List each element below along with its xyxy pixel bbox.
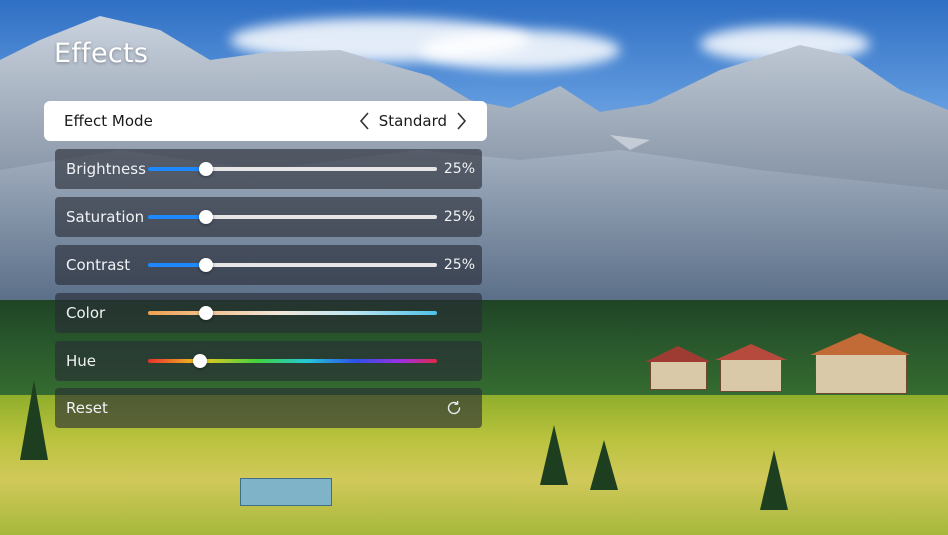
slider-label: Brightness <box>66 160 146 178</box>
effect-mode-selector[interactable]: Effect Mode Standard <box>44 101 487 141</box>
effect-mode-control: Standard <box>357 111 469 131</box>
slider-row-color[interactable]: Color <box>55 293 482 333</box>
tree <box>540 425 568 485</box>
slider-row-contrast[interactable]: Contrast 25% <box>55 245 482 285</box>
slider-row-brightness[interactable]: Brightness 25% <box>55 149 482 189</box>
roof <box>810 333 910 355</box>
slider-thumb[interactable] <box>198 210 213 224</box>
slider-value: 25% <box>443 257 475 273</box>
contrast-slider-track[interactable] <box>148 258 437 272</box>
color-slider-track[interactable] <box>148 306 437 320</box>
barn <box>240 478 332 506</box>
reset-label: Reset <box>66 399 108 417</box>
effect-mode-value: Standard <box>378 112 447 130</box>
saturation-slider-track[interactable] <box>148 210 437 224</box>
tree <box>590 440 618 490</box>
chevron-right-icon[interactable] <box>453 111 469 131</box>
chevron-left-icon[interactable] <box>357 111 373 131</box>
effect-mode-label: Effect Mode <box>64 112 153 130</box>
hue-slider-track[interactable] <box>148 354 437 368</box>
farmhouse <box>815 352 907 394</box>
brightness-slider-track[interactable] <box>148 162 437 176</box>
farmhouse <box>720 358 782 392</box>
tree <box>20 380 48 460</box>
refresh-icon <box>447 400 461 415</box>
slider-label: Hue <box>66 352 97 370</box>
slider-thumb[interactable] <box>193 354 208 368</box>
slider-value: 25% <box>443 209 475 225</box>
slider-label: Color <box>66 304 106 322</box>
slider-label: Contrast <box>66 256 131 274</box>
slider-thumb[interactable] <box>198 258 213 272</box>
tree <box>760 450 788 510</box>
slider-value: 25% <box>443 161 475 177</box>
roof <box>645 346 711 362</box>
reset-button[interactable]: Reset <box>55 388 482 428</box>
slider-thumb[interactable] <box>198 306 213 320</box>
slider-label: Saturation <box>66 208 145 226</box>
page-title: Effects <box>54 38 149 69</box>
slider-row-saturation[interactable]: Saturation 25% <box>55 197 482 237</box>
slider-thumb[interactable] <box>198 162 213 176</box>
slider-row-hue[interactable]: Hue <box>55 341 482 381</box>
roof <box>715 344 787 360</box>
farmhouse <box>650 360 707 390</box>
